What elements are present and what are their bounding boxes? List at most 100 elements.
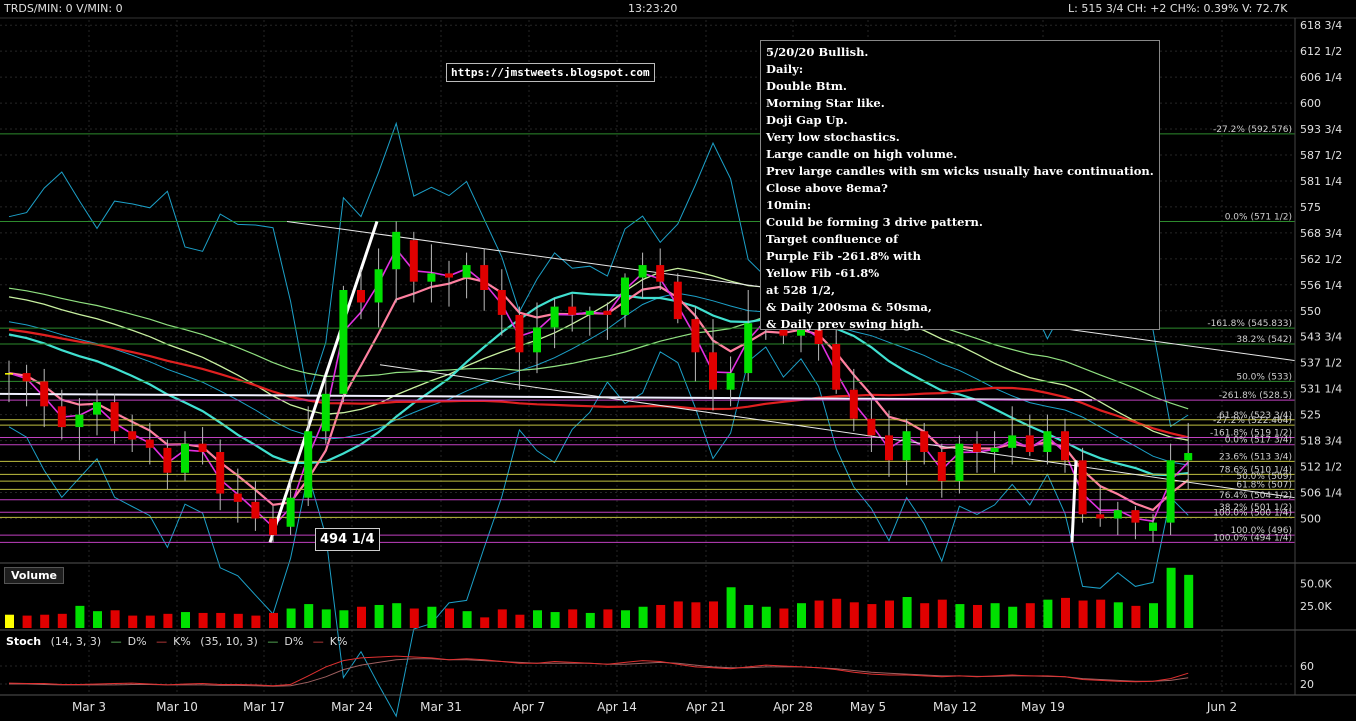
date-tick-label: May 5: [850, 700, 886, 714]
volume-bar: [726, 587, 736, 628]
candle-body: [321, 393, 330, 432]
volume-bar: [357, 606, 366, 628]
volume-bar: [990, 603, 1000, 628]
volume-bar: [40, 614, 50, 628]
fib-label: 38.2% (542): [1236, 335, 1292, 345]
candle-body: [726, 373, 735, 390]
candle-body: [902, 431, 911, 461]
volume-bar: [515, 614, 525, 628]
candle-body: [462, 265, 471, 278]
candle-body: [709, 352, 717, 390]
candle-body: [1008, 435, 1017, 448]
volume-tick-label: 50.0K: [1300, 578, 1332, 591]
candle-body: [1043, 431, 1052, 452]
volume-bar: [1096, 599, 1106, 628]
date-tick-label: Apr 14: [597, 700, 637, 714]
volume-bar: [656, 604, 666, 628]
note-line: Morning Star like.: [766, 96, 885, 110]
note-line: & Daily 200sma & 50sma,: [766, 300, 932, 314]
stoch-d-label-1[interactable]: D%: [128, 635, 147, 648]
volume-bar: [849, 602, 859, 628]
candle-body: [885, 435, 893, 461]
trades-per-min-readout: TRDS/MIN: 0 V/MIN: 0: [4, 2, 123, 15]
stoch-d-label-2[interactable]: D%: [284, 635, 303, 648]
volume-bar: [585, 612, 595, 628]
volume-bar: [128, 615, 138, 628]
volume-bar: [832, 598, 842, 628]
price-tick-label: 506 1/4: [1300, 487, 1342, 500]
volume-bar: [216, 612, 226, 628]
candle-body: [216, 452, 225, 494]
fib-label: 0.0% (517 3/4): [1225, 436, 1292, 446]
stoch-tick-label: 20: [1300, 678, 1314, 691]
volume-bar: [709, 601, 718, 628]
candle-body: [251, 501, 260, 519]
volume-bar: [973, 604, 982, 628]
candle-body: [286, 497, 295, 527]
stoch-title: Stoch: [6, 635, 42, 648]
price-tick-label: 562 1/2: [1300, 253, 1342, 266]
note-line: Target confluence of: [766, 232, 899, 246]
note-line: 10min:: [766, 198, 812, 212]
candle-body: [568, 306, 577, 315]
note-line: Yellow Fib -61.8%: [766, 266, 880, 280]
volume-bar: [603, 609, 613, 628]
volume-bar: [1149, 603, 1158, 628]
stoch-k-label-1[interactable]: K%: [173, 635, 191, 648]
date-tick-label: May 19: [1021, 700, 1065, 714]
volume-bar: [462, 611, 472, 628]
note-line: Very low stochastics.: [766, 130, 900, 144]
volume-bar: [251, 615, 261, 628]
fib-label: 61.8% (507): [1236, 480, 1292, 490]
price-tick-label: 531 1/4: [1300, 383, 1342, 396]
volume-bar: [955, 604, 965, 628]
date-tick-label: Jun 2: [1206, 700, 1237, 714]
candle-body: [357, 290, 365, 303]
note-line: Double Btm.: [766, 79, 847, 93]
candle-body: [1096, 514, 1105, 519]
fib-label: 100.0% (500 1/4): [1213, 508, 1292, 518]
note-line: Purple Fib -261.8% with: [766, 249, 922, 263]
volume-bar: [920, 603, 930, 628]
price-tick-label: 537 1/2: [1300, 357, 1342, 370]
volume-bar: [1078, 600, 1088, 628]
price-tick-label: 556 1/4: [1300, 279, 1342, 292]
fib-label: -161.8% (545.833): [1207, 319, 1292, 329]
candle-body: [409, 240, 418, 282]
note-line: Daily:: [766, 62, 804, 76]
candle-body: [5, 373, 13, 375]
volume-bar: [1025, 603, 1035, 628]
stoch-k-label-2[interactable]: K%: [330, 635, 348, 648]
note-line: Large candle on high volume.: [766, 147, 958, 161]
candle-body: [603, 310, 612, 315]
price-tick-label: 618 3/4: [1300, 19, 1342, 32]
volume-bar: [902, 597, 912, 628]
analysis-note: 5/20/20 Bullish. Daily: Double Btm. Morning…: [760, 40, 1160, 331]
note-line: Close above 8ema?: [766, 181, 888, 195]
volume-bar: [1043, 599, 1053, 628]
date-tick-label: Mar 3: [72, 700, 106, 714]
candle-body: [57, 406, 66, 428]
candle-body: [480, 265, 489, 290]
volume-bar: [181, 612, 190, 628]
candle-body: [40, 381, 49, 407]
candle-body: [585, 310, 594, 315]
candle-body: [269, 518, 277, 536]
volume-bar: [233, 613, 243, 628]
candle-body: [744, 323, 753, 374]
price-tick-label: 600: [1300, 97, 1321, 110]
volume-bar: [480, 617, 490, 628]
price-tick-label: 606 1/4: [1300, 71, 1342, 84]
price-tick-label: 550: [1300, 305, 1321, 318]
volume-bar: [744, 604, 754, 628]
volume-bar: [5, 614, 14, 628]
date-tick-label: Apr 7: [513, 700, 545, 714]
volume-bar: [1113, 602, 1123, 628]
note-line: Prev large candles with sm wicks usually…: [766, 164, 1154, 178]
date-tick-label: Mar 31: [420, 700, 462, 714]
last-quote-readout: L: 515 3/4 CH: +2 CH%: 0.39% V: 72.7K: [1068, 2, 1288, 15]
stoch-tick-label: 60: [1300, 660, 1314, 673]
volume-bar: [937, 599, 947, 628]
blog-url-label[interactable]: https://jmstweets.blogspot.com: [446, 63, 655, 82]
candle-body: [110, 402, 119, 432]
